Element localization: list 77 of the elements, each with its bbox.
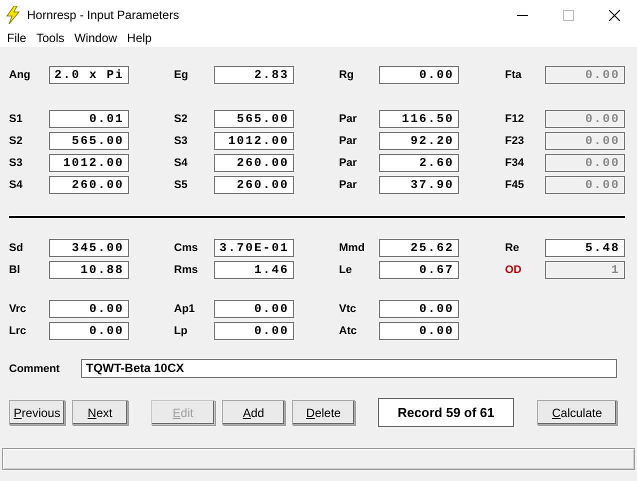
field-label: S4: [174, 156, 188, 171]
input-field[interactable]: 10.88: [49, 261, 129, 279]
comment-label: Comment: [9, 362, 61, 374]
field-label: Mmd: [339, 241, 366, 256]
input-field[interactable]: 0.00: [49, 300, 129, 318]
menu-item[interactable]: Help: [122, 30, 157, 47]
input-field[interactable]: 0.00: [214, 300, 294, 318]
input-field[interactable]: 565.00: [214, 110, 294, 128]
input-field[interactable]: 260.00: [214, 154, 294, 172]
input-field[interactable]: 92.20: [379, 132, 459, 150]
field-label: Le: [339, 263, 353, 278]
close-icon[interactable]: [608, 10, 620, 20]
field-label: S3: [174, 134, 188, 149]
field-label: Vtc: [339, 302, 358, 317]
field-label: F45: [505, 178, 525, 193]
field-label: Lp: [174, 324, 188, 339]
menu-item[interactable]: Window: [69, 30, 122, 47]
field-label: S2: [9, 134, 24, 149]
field-label: F12: [505, 112, 525, 127]
input-field[interactable]: 5.48: [545, 239, 625, 257]
input-field[interactable]: 0.00: [49, 322, 129, 340]
field-label: Sd: [9, 241, 24, 256]
field-label: Rg: [339, 68, 355, 83]
record-counter: Record 59 of 61: [378, 398, 514, 427]
action-button[interactable]: Add: [222, 400, 285, 425]
menu-item[interactable]: File: [2, 30, 32, 47]
field-label: Re: [505, 241, 520, 256]
field-label: S1: [9, 112, 24, 127]
action-button[interactable]: Previous: [9, 400, 65, 425]
field-label: Fta: [505, 68, 522, 83]
input-field[interactable]: 0.00: [379, 66, 459, 84]
field-label: Par: [339, 112, 358, 127]
input-field[interactable]: 2.60: [379, 154, 459, 172]
input-field[interactable]: 3.70E-01: [214, 239, 294, 257]
field-label: Atc: [339, 324, 358, 339]
action-button[interactable]: Delete: [292, 400, 355, 425]
action-button[interactable]: Calculate: [537, 400, 617, 425]
action-button[interactable]: Next: [72, 400, 128, 425]
input-field[interactable]: 37.90: [379, 176, 459, 194]
input-field[interactable]: 0.01: [49, 110, 129, 128]
field-label: F34: [505, 156, 525, 171]
input-field[interactable]: 1012.00: [49, 154, 129, 172]
field-label: S2: [174, 112, 188, 127]
input-field[interactable]: 1012.00: [214, 132, 294, 150]
input-field[interactable]: 2.83: [214, 66, 294, 84]
field-label: Rms: [174, 263, 199, 278]
input-field[interactable]: 0.00: [379, 322, 459, 340]
field-label: S3: [9, 156, 24, 171]
field-label: S5: [174, 178, 188, 193]
input-field[interactable]: 565.00: [49, 132, 129, 150]
field-label: Par: [339, 156, 358, 171]
input-field[interactable]: 260.00: [49, 176, 129, 194]
input-field[interactable]: 25.62: [379, 239, 459, 257]
input-field[interactable]: 116.50: [379, 110, 459, 128]
menu-item[interactable]: Tools: [31, 30, 70, 47]
field-label: Ang: [9, 68, 32, 83]
input-field[interactable]: 0.67: [379, 261, 459, 279]
field-label: F23: [505, 134, 525, 149]
input-field[interactable]: 345.00: [49, 239, 129, 257]
input-field[interactable]: 0.00: [214, 322, 294, 340]
field-label: Par: [339, 134, 358, 149]
field-label: Cms: [174, 241, 199, 256]
input-field[interactable]: 2.0 x Pi: [49, 66, 129, 84]
field-label: Ap1: [174, 302, 196, 317]
field-label: Par: [339, 178, 358, 193]
field-label: S4: [9, 178, 24, 193]
lightning-icon: [5, 6, 21, 24]
input-field[interactable]: 260.00: [214, 176, 294, 194]
field-label: Vrc: [9, 302, 28, 317]
input-field[interactable]: 0.00: [379, 300, 459, 318]
window-title: Hornresp - Input Parameters: [27, 8, 180, 22]
input-field[interactable]: 1.46: [214, 261, 294, 279]
field-label: Eg: [174, 68, 190, 83]
field-label: Lrc: [9, 324, 28, 339]
field-label: Bl: [9, 263, 21, 278]
field-label: OD: [505, 263, 522, 278]
comment-field[interactable]: TQWT-Beta 10CX: [81, 359, 617, 378]
